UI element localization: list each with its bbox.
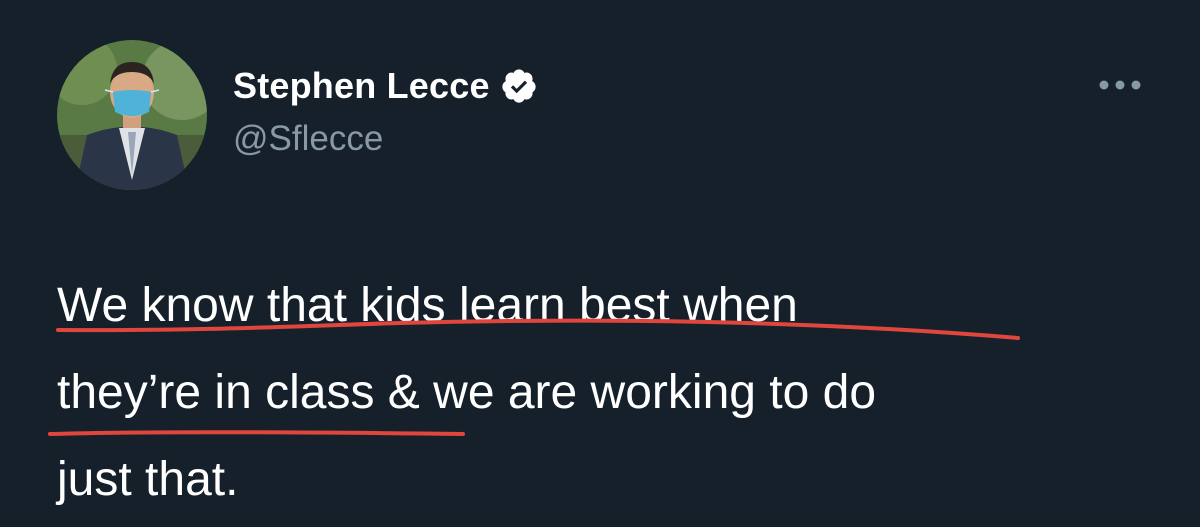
tweet-card: Stephen Lecce @Sflecce We know that kids…: [0, 0, 1200, 527]
more-options-icon[interactable]: [1096, 70, 1144, 100]
tweet-text-line-1: We know that kids learn best when: [57, 279, 798, 332]
author-name-row: Stephen Lecce: [233, 64, 538, 108]
tweet-text-line-3: just that.: [57, 453, 239, 506]
author-display-name[interactable]: Stephen Lecce: [233, 65, 490, 107]
tweet-text-line-2: they’re in class & we are working to do: [57, 366, 877, 419]
author-handle[interactable]: @Sflecce: [233, 119, 383, 159]
author-avatar[interactable]: [57, 40, 207, 190]
verified-badge-icon: [500, 67, 538, 105]
tweet-text: We know that kids learn best when they’r…: [57, 262, 1157, 523]
